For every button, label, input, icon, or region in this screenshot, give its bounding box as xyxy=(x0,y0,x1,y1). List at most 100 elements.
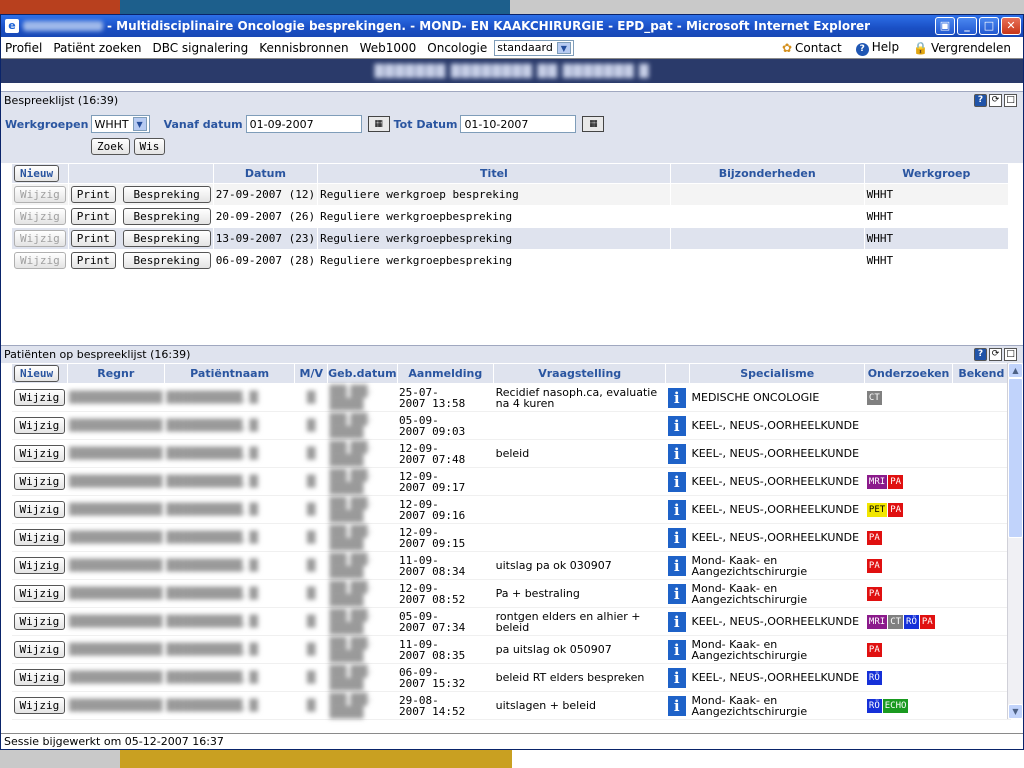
exam-tag: RÖ xyxy=(866,671,882,685)
print-button[interactable]: Print xyxy=(70,230,116,247)
scroll-down-icon[interactable]: ▼ xyxy=(1008,704,1023,719)
patients-scrollbar[interactable]: ▲ ▼ xyxy=(1007,363,1023,719)
info-icon[interactable]: i xyxy=(667,639,686,660)
meeting-button[interactable]: Bespreking xyxy=(122,252,211,269)
info-icon[interactable]: i xyxy=(667,555,686,576)
calendar-icon[interactable]: ▦ xyxy=(367,116,390,132)
new-patient-button[interactable]: Nieuw xyxy=(14,365,60,382)
print-button[interactable]: Print xyxy=(70,186,116,203)
profile-select[interactable]: standaard ▼ xyxy=(494,39,574,56)
info-icon[interactable]: i xyxy=(667,443,686,464)
edit-patient-button[interactable]: Wijzig xyxy=(13,697,66,714)
edit-patient-button[interactable]: Wijzig xyxy=(13,501,66,518)
info-icon[interactable]: i xyxy=(667,667,686,688)
patient-banner-redacted: ███████ ████████ ██ ███████ █ xyxy=(374,64,650,78)
menu-profiel[interactable]: Profiel xyxy=(5,41,42,55)
lock-icon: 🔒 xyxy=(913,40,929,55)
edit-meeting-button[interactable]: Wijzig xyxy=(14,208,66,225)
info-icon[interactable]: i xyxy=(667,583,686,604)
info-icon[interactable]: i xyxy=(667,415,686,436)
edit-patient-button[interactable]: Wijzig xyxy=(13,417,66,434)
patients-panel-title: Patiënten op bespreeklijst (16:39) xyxy=(4,348,191,361)
col-header-blank xyxy=(67,163,214,184)
gender-redacted: █ xyxy=(294,383,328,412)
onderzoeken-cell: MRI CT RÖ PA xyxy=(864,607,953,636)
menu-patient-zoeken[interactable]: Patiënt zoeken xyxy=(53,41,141,55)
aanmelding-cell: 05-09- 2007 07:34 xyxy=(397,607,494,636)
contact-icon: ✿ xyxy=(781,40,793,55)
lock-link[interactable]: 🔒 Vergrendelen xyxy=(913,41,1011,55)
meeting-button[interactable]: Bespreking xyxy=(122,208,211,225)
onderzoeken-cell: RÖ ECHO xyxy=(864,691,953,720)
clear-button[interactable]: Wis xyxy=(133,137,166,155)
scroll-up-icon[interactable]: ▲ xyxy=(1008,363,1023,378)
edit-patient-button[interactable]: Wijzig xyxy=(13,669,66,686)
table-row: Wijzig ███████████ █████████, █ █ ██-██-████… xyxy=(11,383,1011,412)
tot-datum-input[interactable]: 01-10-2007 xyxy=(460,115,577,133)
menu-kennisbronnen[interactable]: Kennisbronnen xyxy=(259,41,348,55)
edit-patient-button[interactable]: Wijzig xyxy=(13,445,66,462)
meeting-button[interactable]: Bespreking xyxy=(122,186,211,203)
edit-patient-button[interactable]: Wijzig xyxy=(13,389,66,406)
close-icon[interactable]: ✕ xyxy=(1001,17,1021,35)
meeting-button[interactable]: Bespreking xyxy=(122,230,211,247)
vanaf-datum-input[interactable]: 01-09-2007 xyxy=(245,115,362,133)
werkgroepen-select[interactable]: WHHT ▼ xyxy=(91,115,150,133)
print-button[interactable]: Print xyxy=(70,208,116,225)
edit-patient-button[interactable]: Wijzig xyxy=(13,613,66,630)
edit-meeting-button[interactable]: Wijzig xyxy=(14,252,66,269)
info-icon[interactable]: i xyxy=(667,471,686,492)
edit-meeting-button[interactable]: Wijzig xyxy=(14,230,66,247)
edit-patient-button[interactable]: Wijzig xyxy=(13,557,66,574)
contact-link[interactable]: ✿ Contact xyxy=(782,41,842,55)
onderzoeken-cell: PA xyxy=(864,523,953,552)
col-header-vraagstelling: Vraagstelling xyxy=(493,363,667,384)
menu-dbc-signalering[interactable]: DBC signalering xyxy=(152,41,248,55)
maximize-panel-icon[interactable]: □ xyxy=(1004,348,1017,361)
print-button[interactable]: Print xyxy=(70,252,116,269)
menu-web1000[interactable]: Web1000 xyxy=(360,41,417,55)
tot-datum-label: Tot Datum xyxy=(393,117,458,131)
regnr-redacted: ███████████ xyxy=(67,495,165,524)
info-icon[interactable]: i xyxy=(667,387,686,408)
edit-patient-button[interactable]: Wijzig xyxy=(13,585,66,602)
meetings-filter: Werkgroepen WHHT ▼ Vanaf datum 01-09-200… xyxy=(1,109,1023,163)
gender-redacted: █ xyxy=(294,635,328,664)
refresh-icon[interactable]: ⟳ xyxy=(989,94,1002,107)
refresh-icon[interactable]: ⟳ xyxy=(989,348,1002,361)
exam-tag: MRI xyxy=(866,475,888,489)
col-header-bekend: Bekend xyxy=(951,363,1012,384)
edit-patient-button[interactable]: Wijzig xyxy=(13,529,66,546)
aanmelding-cell: 12-09- 2007 09:15 xyxy=(397,523,494,552)
info-icon[interactable]: i xyxy=(667,499,686,520)
new-meeting-button[interactable]: Nieuw xyxy=(14,165,60,182)
calendar-icon[interactable]: ▦ xyxy=(582,116,605,132)
search-button[interactable]: Zoek xyxy=(91,137,130,155)
backdrop-top-mid xyxy=(120,0,510,14)
info-icon[interactable]: i xyxy=(667,611,686,632)
maximize-panel-icon[interactable]: □ xyxy=(1004,94,1017,107)
menu-oncologie[interactable]: Oncologie xyxy=(427,41,487,55)
restore-icon[interactable]: ▣ xyxy=(935,17,955,35)
help-link[interactable]: ? Help xyxy=(855,40,899,56)
edit-patient-button[interactable]: Wijzig xyxy=(13,473,66,490)
regnr-redacted: ███████████ xyxy=(67,691,165,720)
bekend-cell xyxy=(952,467,1011,496)
maximize-icon[interactable]: □ xyxy=(979,17,999,35)
minimize-icon[interactable]: _ xyxy=(957,17,977,35)
patient-name-redacted: █████████, █ xyxy=(164,383,295,412)
meeting-details xyxy=(669,249,865,272)
help-icon[interactable]: ? xyxy=(974,94,987,107)
gender-redacted: █ xyxy=(294,495,328,524)
info-icon[interactable]: i xyxy=(667,527,686,548)
edit-meeting-button[interactable]: Wijzig xyxy=(14,186,66,203)
vanaf-datum-label: Vanaf datum xyxy=(163,117,243,131)
edit-patient-button[interactable]: Wijzig xyxy=(13,641,66,658)
help-icon[interactable]: ? xyxy=(974,348,987,361)
vraagstelling-cell: beleid xyxy=(493,439,666,468)
onderzoeken-cell: PA xyxy=(864,551,953,580)
info-icon[interactable]: i xyxy=(667,695,686,716)
table-row: Wijzig Print Bespreking 27-09-2007 (12) … xyxy=(11,183,1010,206)
scroll-thumb[interactable] xyxy=(1008,378,1023,538)
table-row: Wijzig ███████████ █████████, █ █ ██-██-████… xyxy=(11,411,1011,440)
